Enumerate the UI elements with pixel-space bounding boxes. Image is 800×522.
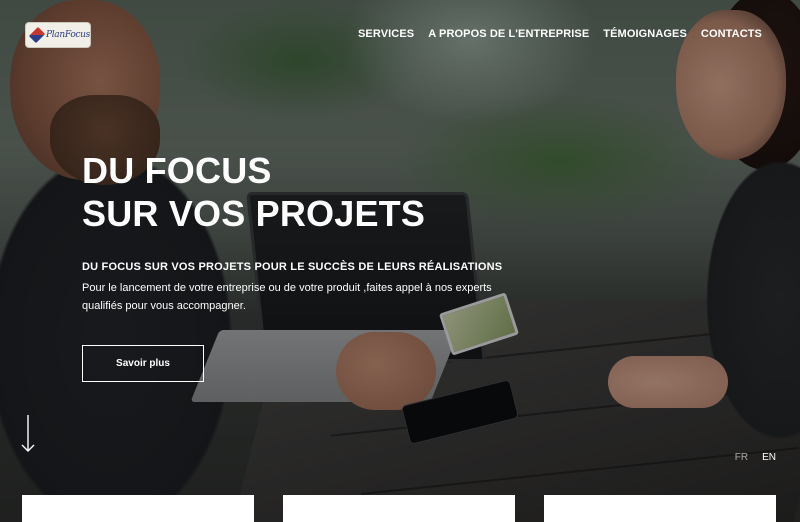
nav-item-about[interactable]: A PROPOS DE L'ENTREPRISE <box>428 28 589 40</box>
scroll-down-arrow[interactable] <box>20 414 36 454</box>
feature-card[interactable] <box>22 495 254 522</box>
main-nav: SERVICES A PROPOS DE L'ENTREPRISE TÉMOIG… <box>358 28 762 40</box>
feature-card[interactable] <box>283 495 515 522</box>
hero-title: DU FOCUS SUR VOS PROJETS <box>82 149 502 235</box>
language-switcher: FR EN <box>735 452 776 463</box>
savoir-plus-button[interactable]: Savoir plus <box>82 345 204 382</box>
nav-item-contacts[interactable]: CONTACTS <box>701 28 762 40</box>
arrow-down-icon <box>21 415 35 452</box>
lang-option-fr[interactable]: FR <box>735 452 748 463</box>
planfocus-logo[interactable]: PlanFocus <box>25 22 91 48</box>
hero-title-line-1: DU FOCUS <box>82 150 272 191</box>
hero-description: Pour le lancement de votre entreprise ou… <box>82 282 492 312</box>
feature-cards <box>22 495 782 522</box>
hero-title-line-2: SUR VOS PROJETS <box>82 193 426 234</box>
nav-item-services[interactable]: SERVICES <box>358 28 414 40</box>
logo-mark-icon <box>28 26 46 44</box>
logo-text: PlanFocus <box>45 30 90 40</box>
feature-card[interactable] <box>544 495 776 522</box>
hero-subtitle: DU FOCUS SUR VOS PROJETS POUR LE SUCCÈS … <box>82 261 503 273</box>
nav-item-testimonials[interactable]: TÉMOIGNAGES <box>603 28 687 40</box>
lang-option-en[interactable]: EN <box>762 452 776 463</box>
